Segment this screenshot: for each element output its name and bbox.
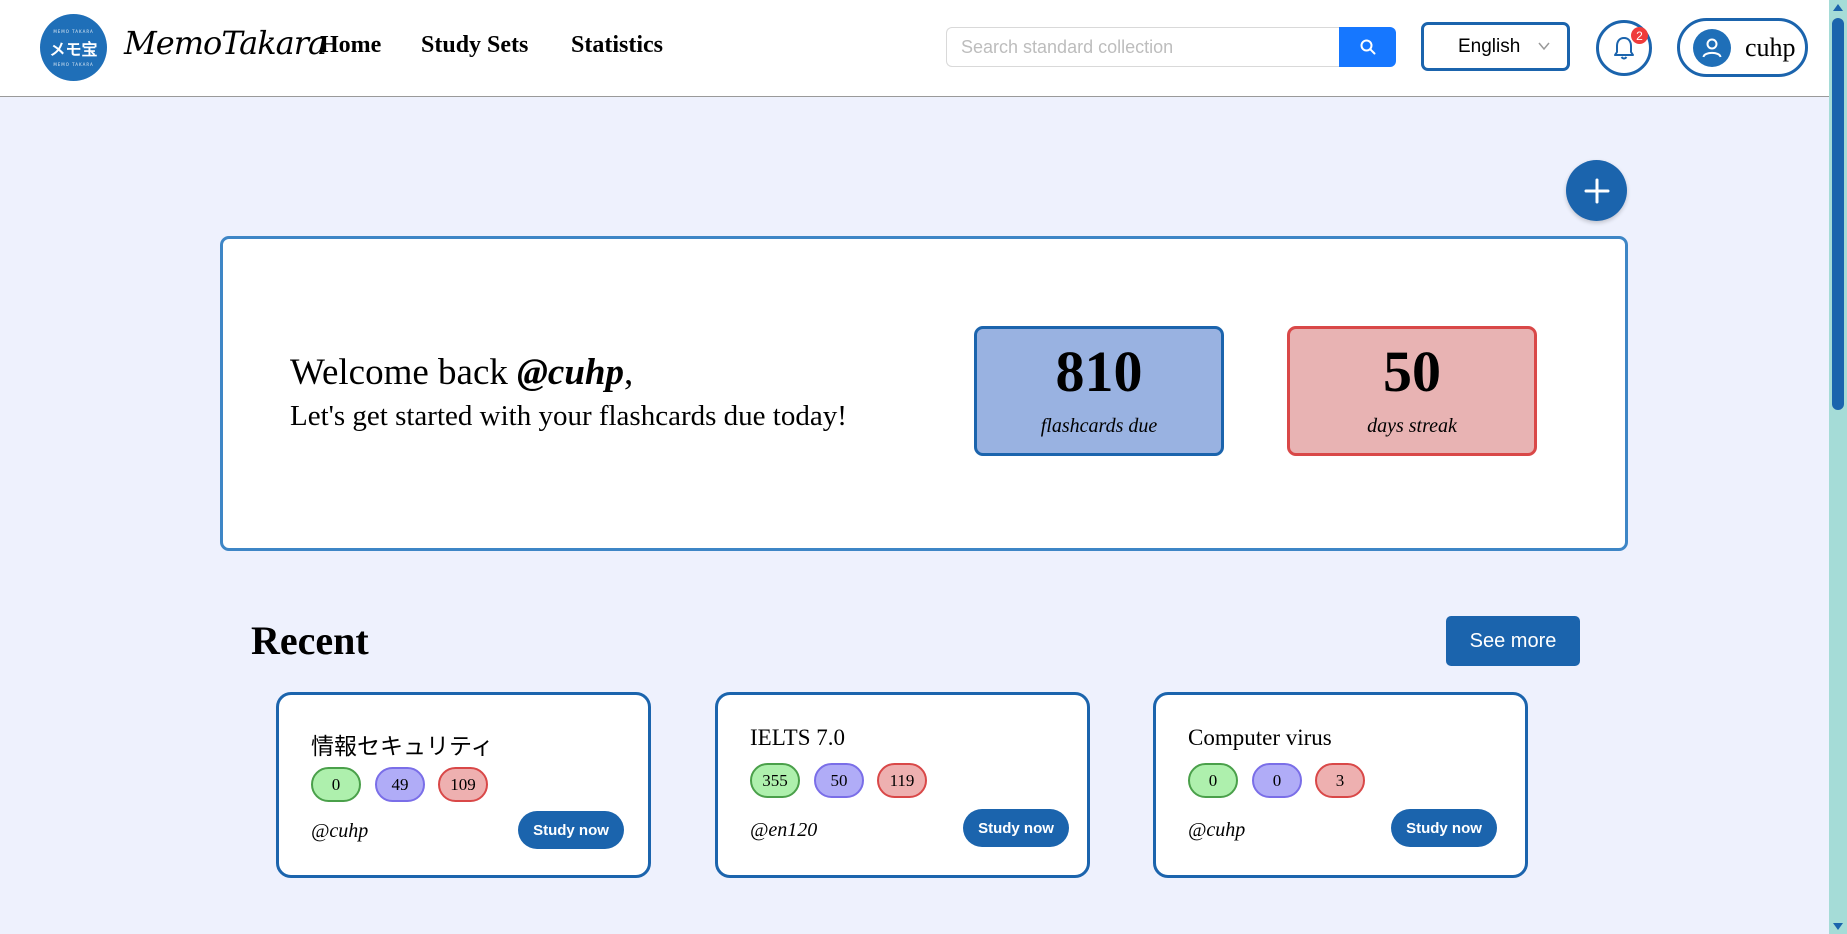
notification-button[interactable]: 2: [1596, 20, 1652, 76]
study-set-card[interactable]: Computer virus 0 0 3 @cuhp Study now: [1153, 692, 1528, 878]
due-count-badge: 119: [877, 763, 927, 798]
logo-main-text: メモ宝: [49, 39, 98, 59]
nav-study-sets[interactable]: Study Sets: [421, 32, 528, 59]
language-select[interactable]: English: [1421, 22, 1570, 71]
set-title: 情報セキュリティ: [311, 734, 494, 759]
greeting-prefix: Welcome back: [290, 352, 518, 393]
flashcards-due-count: 810: [1055, 339, 1143, 404]
logo[interactable]: MEMO TAKARA メモ宝 MEMO TAKARA: [40, 14, 107, 81]
flashcards-due-box[interactable]: 810 flashcards due: [974, 326, 1224, 456]
greeting-suffix: ,: [624, 352, 634, 393]
top-navbar: MEMO TAKARA メモ宝 MEMO TAKARA MemoTakara H…: [0, 0, 1829, 97]
study-now-button[interactable]: Study now: [1391, 809, 1497, 847]
plus-icon: [1584, 178, 1609, 203]
flashcards-due-label: flashcards due: [1040, 415, 1158, 437]
logo-small-text: MEMO TAKARA: [53, 28, 94, 34]
streak-box[interactable]: 50 days streak: [1287, 326, 1537, 456]
streak-count: 50: [1383, 339, 1441, 404]
streak-label: days streak: [1367, 415, 1457, 437]
greeting-user: @cuhp: [517, 352, 625, 393]
nav-statistics[interactable]: Statistics: [571, 32, 663, 59]
search-button[interactable]: [1339, 27, 1396, 67]
user-icon: [1702, 38, 1722, 57]
notification-badge: 2: [1631, 27, 1648, 44]
due-count-badge: 109: [438, 767, 488, 802]
set-owner: @cuhp: [1188, 819, 1246, 841]
set-owner: @cuhp: [311, 820, 369, 842]
add-set-button[interactable]: [1566, 160, 1627, 221]
scroll-thumb[interactable]: [1832, 18, 1844, 410]
new-count-badge: 355: [750, 763, 800, 798]
study-now-button[interactable]: Study now: [963, 809, 1069, 847]
welcome-subtitle: Let's get started with your flashcards d…: [290, 400, 847, 432]
search-icon: [1360, 39, 1375, 55]
see-more-button[interactable]: See more: [1446, 616, 1580, 666]
welcome-greeting: Welcome back @cuhp,: [290, 351, 633, 394]
scroll-up-arrow-icon[interactable]: [1833, 4, 1843, 11]
nav-home[interactable]: Home: [320, 32, 381, 59]
new-count-badge: 0: [311, 767, 361, 802]
study-set-card[interactable]: 情報セキュリティ 0 49 109 @cuhp Study now: [276, 692, 651, 878]
chevron-down-icon: [1538, 42, 1550, 51]
brand-name[interactable]: MemoTakara: [124, 24, 327, 62]
scroll-down-arrow-icon[interactable]: [1833, 923, 1843, 930]
language-value: English: [1458, 35, 1521, 57]
search-input[interactable]: [946, 27, 1341, 67]
study-set-card[interactable]: IELTS 7.0 355 50 119 @en120 Study now: [715, 692, 1090, 878]
learning-count-badge: 0: [1252, 763, 1302, 798]
set-title: IELTS 7.0: [750, 725, 845, 750]
username: cuhp: [1745, 32, 1796, 62]
learning-count-badge: 50: [814, 763, 864, 798]
learning-count-badge: 49: [375, 767, 425, 802]
logo-small-text-bottom: MEMO TAKARA: [53, 61, 94, 67]
recent-section-title: Recent: [251, 618, 369, 663]
user-menu-button[interactable]: cuhp: [1677, 18, 1808, 77]
set-title: Computer virus: [1188, 725, 1332, 750]
page-scrollbar[interactable]: [1829, 0, 1847, 934]
due-count-badge: 3: [1315, 763, 1365, 798]
set-owner: @en120: [750, 819, 818, 841]
study-now-button[interactable]: Study now: [518, 811, 624, 849]
new-count-badge: 0: [1188, 763, 1238, 798]
avatar: [1693, 28, 1731, 67]
